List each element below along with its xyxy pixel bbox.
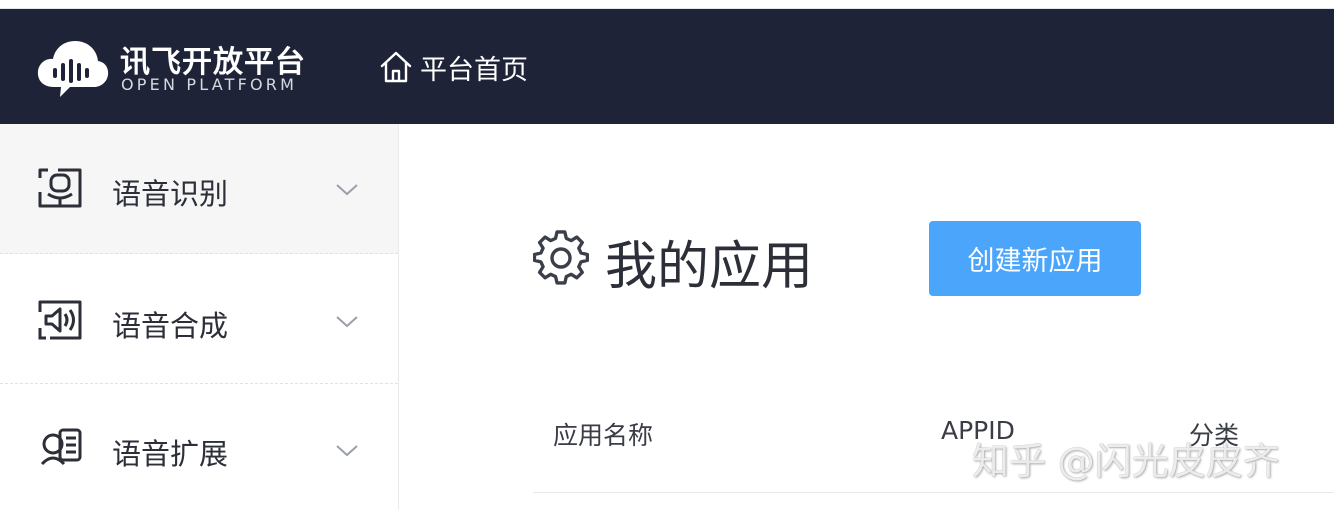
watermark: 知乎 @闪光皮皮齐 [972,440,1280,483]
sidebar-item-label: 语音合成 [112,309,229,343]
chevron-down-icon [336,445,358,457]
speech-extension-icon [40,428,82,466]
brand-logo[interactable]: 讯飞开放平台 OPEN PLATFORM [36,35,326,107]
home-icon [380,51,412,83]
page-title: 我的应用 [605,237,814,297]
sidebar-item-speech-recognition[interactable]: 语音识别 [0,124,398,254]
chevron-down-icon [336,184,358,196]
sidebar-item-label: 语音识别 [112,177,229,211]
home-nav-link[interactable]: 平台首页 [378,47,528,87]
home-nav-label: 平台首页 [420,54,528,86]
sidebar-item-speech-synthesis[interactable]: 语音合成 [0,254,398,384]
sidebar: 语音识别 语音合成 语音扩展 [0,124,399,510]
logo-subtitle: OPEN PLATFORM [121,75,298,94]
cloud-logo-icon [37,41,109,97]
top-border [0,0,1334,9]
column-header-app-name: 应用名称 [553,421,654,450]
create-app-button[interactable]: 创建新应用 [929,221,1141,296]
speech-recognition-icon [38,168,82,208]
sidebar-item-speech-extension[interactable]: 语音扩展 [0,384,398,510]
top-header: 讯飞开放平台 OPEN PLATFORM 平台首页 [0,9,1334,124]
sidebar-item-label: 语音扩展 [112,437,229,471]
gear-icon [533,230,589,285]
speech-synthesis-icon [38,300,82,340]
table-divider [533,492,1334,493]
chevron-down-icon [336,316,358,328]
